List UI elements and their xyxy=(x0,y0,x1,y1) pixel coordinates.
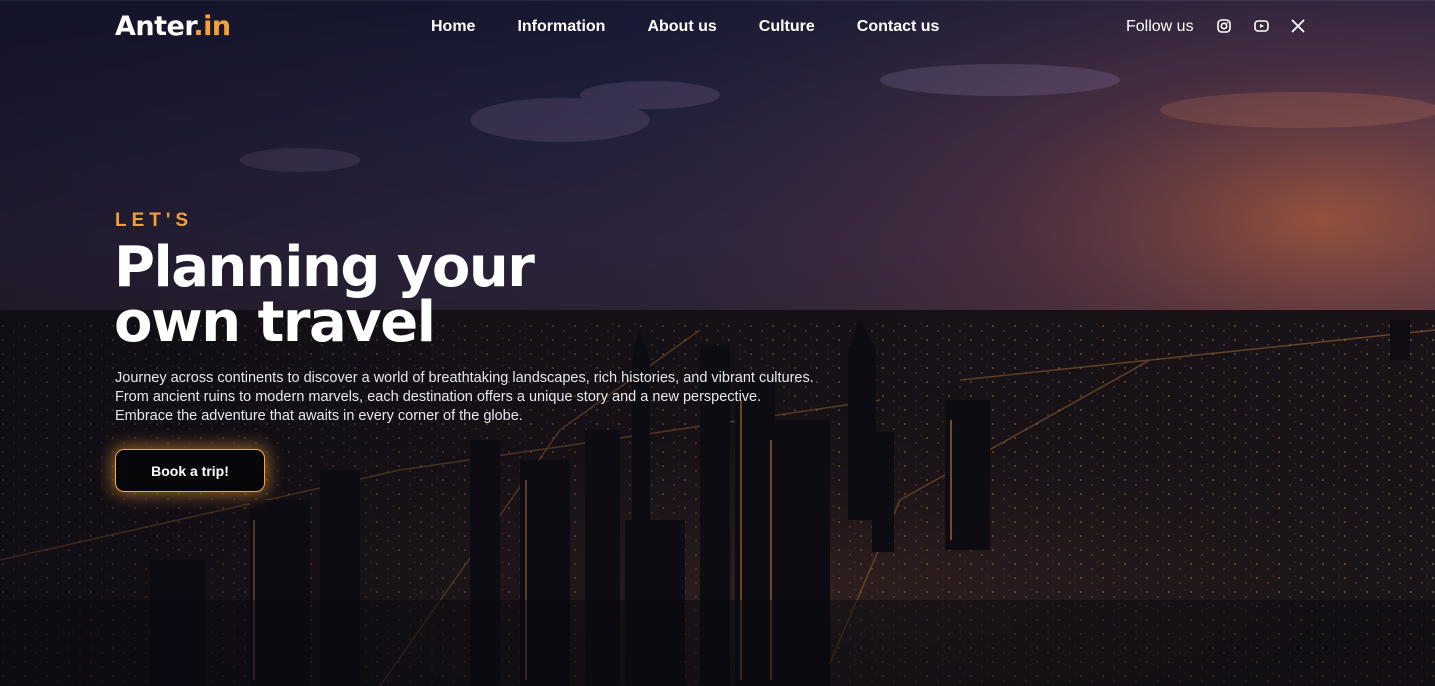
hero-description-line: Journey across continents to discover a … xyxy=(115,370,814,386)
main-nav: Home Information About us Culture Contac… xyxy=(415,18,955,36)
instagram-icon[interactable] xyxy=(1216,18,1232,34)
youtube-icon[interactable] xyxy=(1253,18,1269,34)
hero-headline-line-1: Planning your xyxy=(114,235,535,300)
hero-description-line: Embrace the adventure that awaits in eve… xyxy=(115,408,523,424)
x-icon[interactable] xyxy=(1290,18,1306,34)
follow-us-label: Follow us xyxy=(1126,18,1194,35)
brand-suffix: .in xyxy=(193,11,231,42)
nav-link-about-us[interactable]: About us xyxy=(631,18,732,36)
hero-eyebrow: LET'S xyxy=(115,210,194,231)
hero-headline: Planning your own travel xyxy=(114,235,634,355)
top-navbar: Anter.in Home Information About us Cultu… xyxy=(0,0,1435,55)
nav-link-home[interactable]: Home xyxy=(415,18,491,36)
hero-section: Anter.in Home Information About us Cultu… xyxy=(0,0,1435,686)
nav-link-information[interactable]: Information xyxy=(501,18,621,36)
nav-link-culture[interactable]: Culture xyxy=(743,18,831,36)
hero-headline-line-2: own travel xyxy=(114,290,436,355)
book-trip-button[interactable]: Book a trip! xyxy=(115,449,265,492)
nav-link-contact-us[interactable]: Contact us xyxy=(841,18,956,36)
brand-name: Anter xyxy=(115,11,194,42)
brand-logo[interactable]: Anter.in xyxy=(115,11,231,42)
hero-description: Journey across continents to discover a … xyxy=(115,369,875,426)
hero-description-line: From ancient ruins to modern marvels, ea… xyxy=(115,389,762,405)
